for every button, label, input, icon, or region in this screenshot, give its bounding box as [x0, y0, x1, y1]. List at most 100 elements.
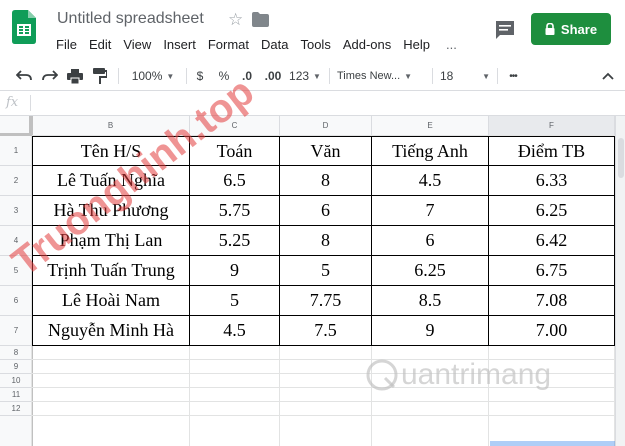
document-title[interactable]: Untitled spreadsheet: [57, 10, 204, 28]
table-cell[interactable]: 6.5: [190, 166, 280, 196]
sheets-logo-icon[interactable]: [12, 10, 36, 44]
menu-more[interactable]: ...: [440, 37, 463, 53]
table-cell[interactable]: 7.75: [280, 286, 372, 316]
menu-help[interactable]: Help: [397, 37, 436, 53]
table-cell[interactable]: 8: [280, 166, 372, 196]
row-header-10[interactable]: 10: [0, 374, 32, 388]
redo-icon[interactable]: [40, 66, 60, 86]
more-formats-label: 123: [289, 69, 310, 83]
formula-divider: [30, 95, 31, 111]
menu-tools[interactable]: Tools: [294, 37, 336, 53]
table-cell[interactable]: 7.08: [489, 286, 615, 316]
more-options-icon[interactable]: •••: [503, 66, 523, 86]
row-header-12[interactable]: 12: [0, 402, 32, 416]
table-cell[interactable]: 6.33: [489, 166, 615, 196]
toolbar-divider: [118, 68, 119, 84]
table-cell[interactable]: 5.75: [190, 196, 280, 226]
active-sheet-indicator: [490, 441, 615, 446]
menu-insert[interactable]: Insert: [157, 37, 202, 53]
row-header-8[interactable]: 8: [0, 346, 32, 360]
zoom-value: 100%: [131, 69, 163, 83]
watermark-q-icon: [366, 359, 398, 391]
menu-bar: File Edit View Insert Format Data Tools …: [50, 37, 463, 53]
row-header-11[interactable]: 11: [0, 388, 32, 402]
table-cell[interactable]: 5: [280, 256, 372, 286]
table-cell[interactable]: 9: [190, 256, 280, 286]
more-formats-button[interactable]: 123 ▼: [289, 66, 321, 86]
star-icon[interactable]: ☆: [228, 10, 243, 30]
table-cell[interactable]: 5.25: [190, 226, 280, 256]
lock-icon: [545, 23, 555, 35]
formula-bar[interactable]: fx: [0, 91, 625, 116]
currency-format-button[interactable]: $: [193, 66, 207, 86]
undo-icon[interactable]: [14, 66, 34, 86]
chevron-down-icon: ▼: [482, 71, 490, 81]
paint-format-icon[interactable]: [90, 66, 110, 86]
column-header-d[interactable]: D: [280, 116, 372, 136]
table-cell[interactable]: Lê Hoài Nam: [32, 286, 190, 316]
table-cell[interactable]: 6: [280, 196, 372, 226]
folder-icon[interactable]: [252, 12, 269, 27]
table-cell[interactable]: 7.5: [280, 316, 372, 346]
table-cell[interactable]: 7.00: [489, 316, 615, 346]
menu-view[interactable]: View: [117, 37, 157, 53]
table-cell[interactable]: 6.42: [489, 226, 615, 256]
app-header: Untitled spreadsheet ☆ File Edit View In…: [0, 0, 625, 60]
zoom-select[interactable]: 100% ▼: [127, 66, 179, 86]
toolbar-divider: [432, 68, 433, 84]
table-cell[interactable]: Nguyễn Minh Hà: [32, 316, 190, 346]
row-header-7[interactable]: 7: [0, 316, 32, 346]
table-header-cell[interactable]: Tiếng Anh: [372, 136, 489, 166]
chevron-down-icon: ▼: [166, 71, 175, 81]
column-header-e[interactable]: E: [372, 116, 489, 136]
table-cell[interactable]: 8: [280, 226, 372, 256]
chevron-down-icon: ▼: [313, 71, 321, 81]
select-all-corner[interactable]: [0, 116, 32, 136]
toolbar-divider: [497, 68, 498, 84]
toolbar-divider: [186, 68, 187, 84]
table-header-cell[interactable]: Văn: [280, 136, 372, 166]
table-cell[interactable]: 4.5: [190, 316, 280, 346]
gridline: [32, 401, 615, 402]
table-cell[interactable]: 6.25: [372, 256, 489, 286]
chevron-down-icon: ▼: [404, 71, 413, 81]
share-button[interactable]: Share: [531, 13, 611, 45]
font-size-value: 18: [440, 69, 454, 83]
spreadsheet-grid[interactable]: B C D E F 1 2 3 4 5 6 7 8 9 10 11 12 Tên H/S Toán Văn Tiếng …: [0, 116, 615, 446]
row-header-1[interactable]: 1: [0, 136, 32, 166]
table-cell[interactable]: 6: [372, 226, 489, 256]
row-header-9[interactable]: 9: [0, 360, 32, 374]
toolbar: 100% ▼ $ % .0 .00 123 ▼ Times New... ▼ 18 ▼ …: [0, 62, 625, 91]
row-header-3[interactable]: 3: [0, 196, 32, 226]
share-label: Share: [560, 21, 598, 37]
table-cell[interactable]: 6.25: [489, 196, 615, 226]
menu-addons[interactable]: Add-ons: [337, 37, 397, 53]
watermark-logo-text: uantrimang: [401, 358, 552, 391]
vertical-scrollbar[interactable]: [615, 116, 625, 446]
font-family-value: Times New...: [337, 70, 401, 82]
print-icon[interactable]: [65, 66, 85, 86]
table-cell[interactable]: 6.75: [489, 256, 615, 286]
menu-data[interactable]: Data: [255, 37, 294, 53]
collapse-menus-icon[interactable]: [599, 66, 617, 86]
menu-edit[interactable]: Edit: [83, 37, 117, 53]
table-cell[interactable]: 8.5: [372, 286, 489, 316]
font-family-select[interactable]: Times New... ▼: [337, 66, 427, 86]
scroll-thumb[interactable]: [618, 138, 624, 178]
table-cell[interactable]: 4.5: [372, 166, 489, 196]
fx-icon: fx: [6, 95, 19, 110]
font-size-select[interactable]: 18 ▼: [440, 66, 490, 86]
column-header-f[interactable]: F: [489, 116, 615, 136]
table-cell[interactable]: 7: [372, 196, 489, 226]
table-cell[interactable]: 9: [372, 316, 489, 346]
watermark-logo: uantrimang: [365, 358, 551, 392]
menu-format[interactable]: Format: [202, 37, 255, 53]
comment-icon[interactable]: [494, 19, 516, 41]
table-cell[interactable]: 5: [190, 286, 280, 316]
row-header-6[interactable]: 6: [0, 286, 32, 316]
increase-decimal-button[interactable]: .00: [262, 66, 284, 86]
row-header-2[interactable]: 2: [0, 166, 32, 196]
gridline: [32, 415, 615, 416]
table-header-cell[interactable]: Điểm TB: [489, 136, 615, 166]
menu-file[interactable]: File: [50, 37, 83, 53]
